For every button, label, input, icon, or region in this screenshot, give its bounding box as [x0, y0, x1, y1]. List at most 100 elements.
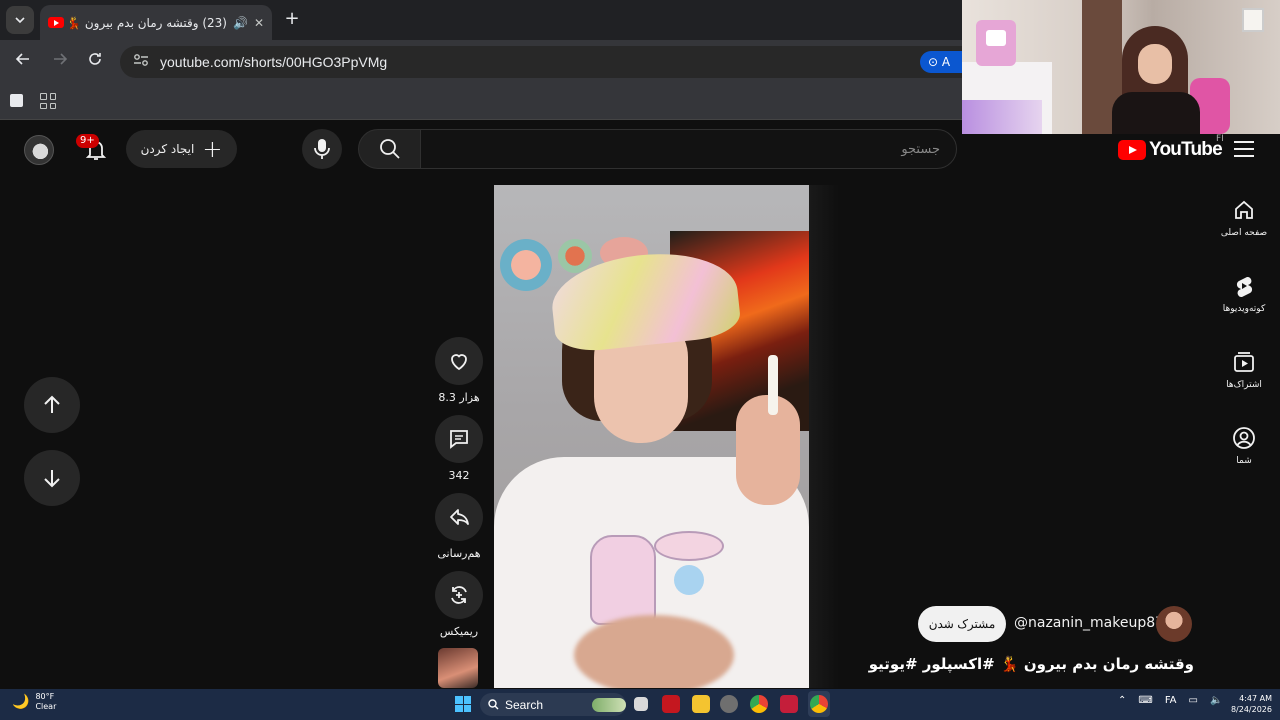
taskbar-search-label: Search	[505, 697, 544, 712]
webcam-person	[1112, 26, 1200, 134]
webcam-wall-frame	[1242, 8, 1264, 32]
lipgloss-wand	[768, 355, 778, 415]
channel-handle[interactable]: @nazanin_makeup87	[1014, 615, 1164, 631]
rail-item-you[interactable]: شما	[1214, 426, 1274, 466]
rail-item-home[interactable]: صفحه اصلی	[1214, 198, 1274, 238]
remix-button[interactable]	[435, 571, 483, 619]
chrome-active-icon[interactable]	[810, 695, 828, 713]
arrow-up-icon	[44, 395, 60, 413]
speaker-icon[interactable]: 🔊	[233, 16, 248, 30]
search-button[interactable]	[358, 129, 421, 169]
webcam-toy	[976, 20, 1016, 66]
search-input[interactable]	[421, 130, 956, 168]
video-hands-blur	[574, 615, 734, 688]
site-info-icon[interactable]	[132, 53, 150, 71]
like-action: 8.3 هزار	[434, 337, 484, 404]
task-view-icon[interactable]	[634, 697, 648, 711]
channel-avatar[interactable]	[1156, 606, 1192, 642]
search-highlight-icon	[592, 697, 626, 712]
subscribe-button[interactable]: مشترک شدن	[918, 606, 1006, 642]
weather-widget[interactable]: 🌙 80°F Clear	[12, 692, 56, 712]
rail-item-shorts[interactable]: کوته‌ویدیوها	[1214, 274, 1274, 314]
comment-action: 342	[434, 415, 484, 482]
wall-plate	[500, 239, 552, 291]
weather-desc: Clear	[35, 702, 57, 711]
chevron-up-icon[interactable]: ⌃	[1118, 695, 1126, 706]
tab-title: (23) وقتشه رمان بدم بیرون 💃	[70, 15, 227, 30]
browser-tab[interactable]: (23) وقتشه رمان بدم بیرون 💃 🔊 ✕	[40, 5, 272, 40]
chevron-down-icon	[15, 17, 25, 24]
short-title[interactable]: وقتشه رمان بدم بیرون 💃 #اکسپلور #یوتیوب …	[868, 655, 1194, 673]
next-short-button[interactable]	[24, 450, 80, 506]
weather-temp: 80°F	[35, 692, 55, 701]
shirt-bag-print	[590, 535, 656, 625]
arrow-right-icon	[54, 53, 68, 65]
like-button[interactable]	[435, 337, 483, 385]
tab-search-button[interactable]	[6, 6, 34, 34]
address-bar[interactable]: youtube.com/shorts/00HGO3PpVMg ⊙ A	[120, 46, 962, 78]
youtube-favicon-icon	[48, 17, 64, 28]
reload-icon	[89, 53, 101, 65]
reload-button[interactable]	[83, 50, 107, 74]
remix-icon	[451, 586, 467, 604]
create-label: ایجاد کردن	[140, 142, 195, 156]
taskbar-search[interactable]: Search	[480, 693, 626, 716]
notifications-button[interactable]: 9+	[76, 134, 110, 164]
wall-plate	[558, 239, 592, 273]
previous-short-button[interactable]	[24, 377, 80, 433]
browser-tab-bar: (23) وقتشه رمان بدم بیرون 💃 🔊 ✕ +	[0, 0, 962, 40]
vivaldi-icon[interactable]	[780, 695, 798, 713]
rail-item-subscriptions[interactable]: اشتراک‌ها	[1214, 350, 1274, 390]
url-text: youtube.com/shorts/00HGO3PpVMg	[160, 54, 388, 70]
apps-grid-icon[interactable]	[40, 93, 56, 109]
account-avatar[interactable]	[24, 135, 54, 165]
short-video-player[interactable]	[494, 185, 809, 688]
clock[interactable]: 4:47 AM 8/24/2026	[1226, 693, 1272, 715]
close-tab-icon[interactable]: ✕	[254, 16, 264, 30]
comment-button[interactable]	[435, 415, 483, 463]
video-edge-shadow	[809, 185, 839, 688]
system-tray: ⌃ ⌨ FA ▭ 🔈	[1118, 695, 1222, 706]
keyboard-icon[interactable]: ⌨	[1138, 695, 1152, 706]
search-box	[420, 129, 957, 169]
chrome-icon[interactable]	[750, 695, 768, 713]
rail-label: کوته‌ویدیوها	[1222, 304, 1266, 314]
forward-button[interactable]	[48, 50, 72, 74]
country-code: FI	[1216, 134, 1224, 144]
share-button[interactable]	[435, 493, 483, 541]
arrow-down-icon	[44, 470, 60, 488]
share-action: هم‌رسانی	[434, 493, 484, 560]
channel-row: مشترک شدن @nazanin_makeup87	[918, 604, 1194, 644]
rail-label: صفحه اصلی	[1220, 228, 1268, 238]
network-icon[interactable]: ▭	[1189, 695, 1198, 706]
remix-label: ریمیکس	[439, 625, 479, 638]
windows-start-icon[interactable]	[455, 696, 471, 712]
bookmark-square-icon[interactable]	[10, 94, 23, 107]
youtube-play-icon	[1118, 140, 1146, 160]
app-icon[interactable]	[720, 695, 738, 713]
create-button[interactable]: + ایجاد کردن	[126, 130, 237, 168]
share-label: هم‌رسانی	[437, 547, 481, 560]
youtube-logo[interactable]: YouTube	[1118, 139, 1223, 161]
rail-label: اشتراک‌ها	[1226, 380, 1262, 390]
back-button[interactable]	[11, 50, 35, 74]
hamburger-menu-icon[interactable]	[1234, 141, 1254, 157]
arrow-left-icon	[15, 53, 29, 65]
remix-action: ریمیکس	[434, 571, 484, 638]
lens-chip[interactable]: ⊙ A	[920, 51, 962, 73]
language-indicator[interactable]: FA	[1165, 695, 1177, 706]
bookmarks-bar	[0, 84, 962, 120]
voice-search-button[interactable]	[302, 129, 342, 169]
microphone-icon	[314, 139, 330, 159]
taskbar: 🌙 80°F Clear Search ⌃ ⌨ FA ▭ 🔈 4:47 AM 8…	[0, 689, 1280, 720]
lens-icon: ⊙	[928, 55, 939, 69]
file-explorer-icon[interactable]	[692, 695, 710, 713]
search-icon	[488, 699, 499, 710]
acrobat-icon[interactable]	[662, 695, 680, 713]
new-tab-button[interactable]: +	[282, 9, 302, 29]
sound-thumbnail[interactable]	[438, 648, 478, 688]
subscriptions-icon	[1234, 352, 1254, 372]
search-icon	[379, 139, 400, 159]
volume-icon[interactable]: 🔈	[1210, 695, 1222, 706]
rail-label: شما	[1236, 456, 1252, 466]
